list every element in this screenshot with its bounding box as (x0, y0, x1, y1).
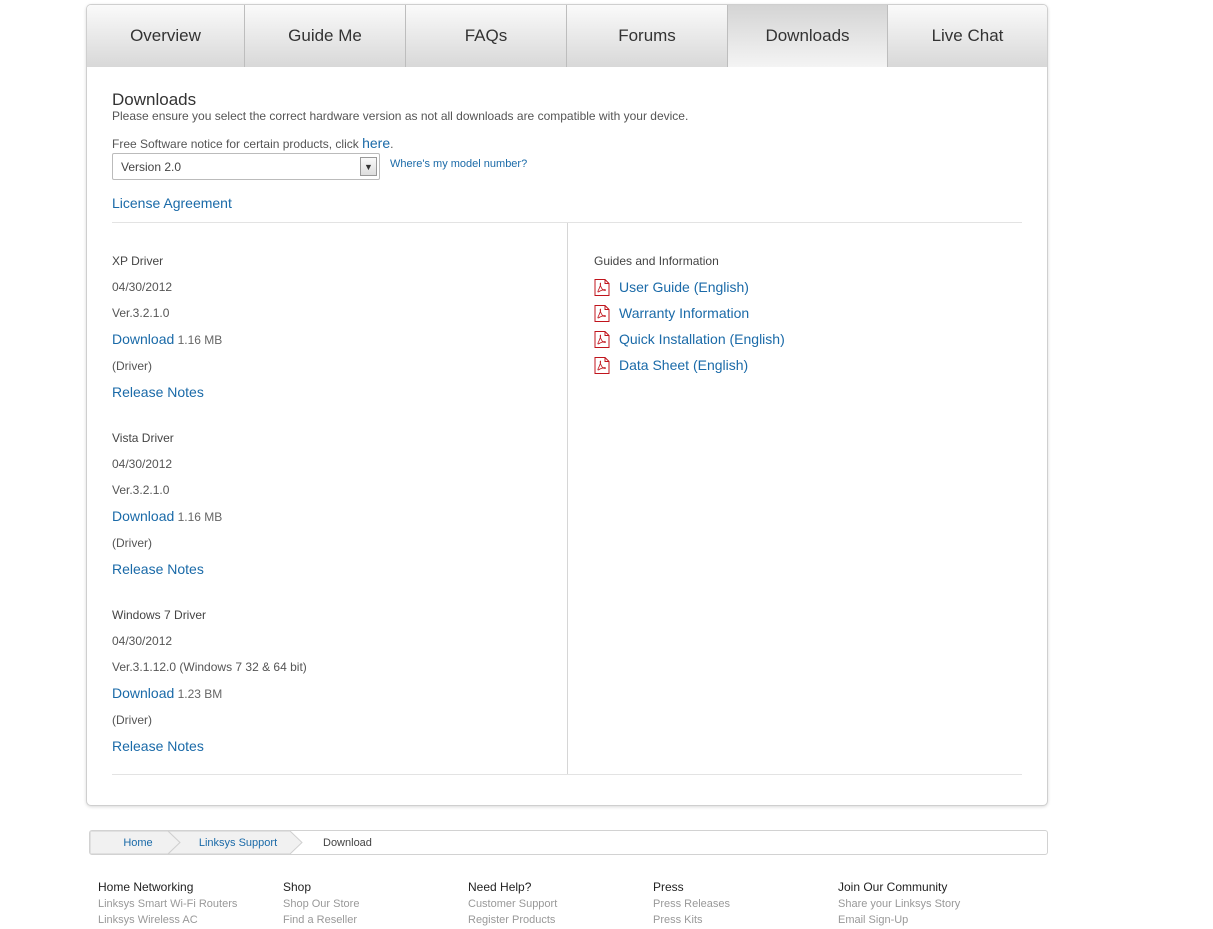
tab-forums[interactable]: Forums (567, 5, 728, 67)
driver-name: Vista Driver (112, 431, 174, 445)
tab-downloads[interactable]: Downloads (728, 5, 888, 67)
breadcrumb: Home Linksys Support Download (89, 830, 1048, 855)
breadcrumb-home[interactable]: Home (110, 831, 166, 854)
footer-link[interactable]: Shop Our Store (283, 896, 359, 912)
guide-link-label[interactable]: Data Sheet (English) (619, 357, 748, 373)
breadcrumb-linksys-support[interactable]: Linksys Support (194, 831, 282, 854)
guides-heading: Guides and Information (594, 254, 719, 268)
driver-type: (Driver) (112, 536, 152, 550)
tab-faqs[interactable]: FAQs (406, 5, 567, 67)
free-software-notice: Free Software notice for certain product… (112, 135, 393, 151)
file-size: 1.16 MB (177, 510, 223, 524)
driver-version: Ver.3.1.12.0 (Windows 7 32 & 64 bit) (112, 660, 307, 674)
footer-link[interactable]: Linksys Smart Wi-Fi Routers (98, 896, 237, 912)
guide-link-label[interactable]: Warranty Information (619, 305, 749, 321)
footer-heading: Press (653, 880, 684, 894)
guide-link-label[interactable]: Quick Installation (English) (619, 331, 785, 347)
divider (112, 774, 1022, 775)
notice-text: Free Software notice for certain product… (112, 137, 363, 151)
driver-version: Ver.3.2.1.0 (112, 306, 170, 320)
tab-live-chat[interactable]: Live Chat (888, 5, 1047, 67)
tab-bar: Overview Guide Me FAQs Forums Downloads … (87, 5, 1047, 67)
footer-link[interactable]: Register Products (468, 912, 557, 928)
page-title: Downloads (112, 90, 197, 109)
pdf-icon (594, 304, 610, 322)
driver-type: (Driver) (112, 359, 152, 373)
footer-heading: Need Help? (468, 880, 532, 894)
download-link[interactable]: Download (112, 331, 174, 347)
driver-date: 04/30/2012 (112, 280, 173, 294)
chevron-down-icon[interactable]: ▼ (360, 157, 377, 176)
guide-quick-installation[interactable]: Quick Installation (English) (594, 329, 785, 349)
guide-link-label[interactable]: User Guide (English) (619, 279, 749, 295)
breadcrumb-current: Download (323, 836, 372, 849)
footer-link[interactable]: Share your Linksys Story (838, 896, 960, 912)
guide-warranty[interactable]: Warranty Information (594, 303, 749, 323)
driver-date: 04/30/2012 (112, 634, 173, 648)
footer-press: Press Press Releases Press Kits (653, 880, 730, 928)
footer-link[interactable]: Press Releases (653, 896, 730, 912)
footer-link[interactable]: Customer Support (468, 896, 557, 912)
notice-suffix: . (390, 137, 394, 151)
footer-link[interactable]: Press Kits (653, 912, 730, 928)
tab-guide-me[interactable]: Guide Me (245, 5, 406, 67)
release-notes-link[interactable]: Release Notes (112, 561, 204, 577)
tab-overview[interactable]: Overview (87, 5, 245, 67)
driver-date: 04/30/2012 (112, 457, 173, 471)
version-select[interactable]: Version 2.0 ▼ (112, 153, 380, 180)
here-link[interactable]: here (362, 135, 390, 151)
footer-heading: Home Networking (98, 880, 194, 894)
footer-heading: Join Our Community (838, 880, 948, 894)
footer-shop: Shop Shop Our Store Find a Reseller (283, 880, 359, 928)
model-number-link[interactable]: Where's my model number? (390, 158, 527, 170)
footer-heading: Shop (283, 880, 312, 894)
pdf-icon (594, 356, 610, 374)
guide-user-guide[interactable]: User Guide (English) (594, 277, 749, 297)
pdf-icon (594, 330, 610, 348)
compatibility-note: Please ensure you select the correct har… (112, 109, 689, 123)
driver-name: XP Driver (112, 254, 164, 268)
file-size: 1.23 BM (177, 687, 223, 701)
footer-need-help: Need Help? Customer Support Register Pro… (468, 880, 557, 928)
file-size: 1.16 MB (177, 333, 223, 347)
guide-data-sheet[interactable]: Data Sheet (English) (594, 355, 748, 375)
downloads-panel: Overview Guide Me FAQs Forums Downloads … (86, 4, 1048, 806)
license-agreement-link[interactable]: License Agreement (112, 195, 232, 211)
download-link[interactable]: Download (112, 508, 174, 524)
footer-home-networking: Home Networking Linksys Smart Wi-Fi Rout… (98, 880, 237, 928)
footer-link[interactable]: Find a Reseller (283, 912, 359, 928)
driver-version: Ver.3.2.1.0 (112, 483, 170, 497)
driver-name: Windows 7 Driver (112, 608, 207, 622)
footer-community: Join Our Community Share your Linksys St… (838, 880, 960, 928)
version-select-value: Version 2.0 (121, 159, 182, 174)
footer-link[interactable]: Linksys Wireless AC (98, 912, 237, 928)
release-notes-link[interactable]: Release Notes (112, 738, 204, 754)
column-divider (567, 223, 568, 774)
driver-download-row: Download 1.16 MB (112, 331, 222, 347)
driver-download-row: Download 1.23 BM (112, 685, 222, 701)
pdf-icon (594, 278, 610, 296)
download-link[interactable]: Download (112, 685, 174, 701)
release-notes-link[interactable]: Release Notes (112, 384, 204, 400)
driver-type: (Driver) (112, 713, 152, 727)
footer-link[interactable]: Email Sign-Up (838, 912, 960, 928)
driver-download-row: Download 1.16 MB (112, 508, 222, 524)
